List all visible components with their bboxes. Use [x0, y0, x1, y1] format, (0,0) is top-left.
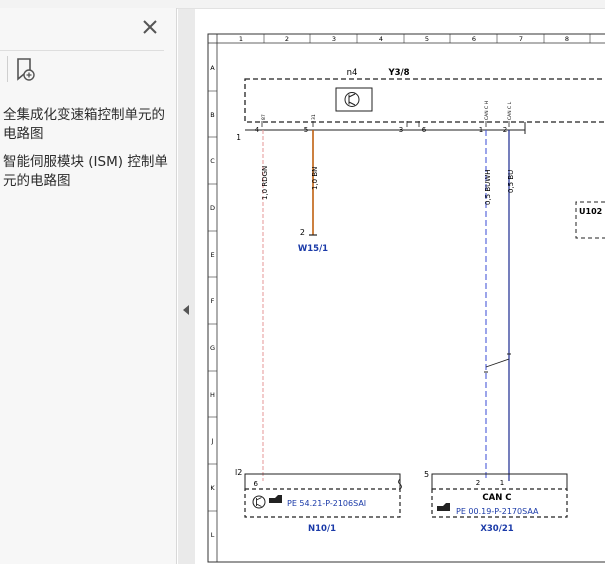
row-letter: J: [211, 437, 214, 445]
ground-code: W15/1: [298, 244, 328, 254]
connector-pin: 3: [399, 126, 403, 134]
row-letter: A: [210, 64, 215, 72]
diagram-frame: [207, 33, 605, 563]
transistor-icon: [252, 495, 266, 509]
wire-rdgn: 1,0 RDGN: [261, 130, 269, 481]
bookmark-icon: [17, 58, 35, 81]
transistor-icon: [344, 92, 360, 107]
column-number: 5: [425, 35, 429, 43]
bookmark-item-ism-circuit[interactable]: 智能伺服模块 (ISM) 控制单元的电路图: [3, 153, 173, 191]
bookmarks-panel: 全集成化变速箱控制单元的电路图 智能伺服模块 (ISM) 控制单元的电路图: [0, 8, 177, 564]
row-letter: H: [210, 391, 215, 399]
module-code: Y3/8: [387, 68, 409, 78]
column-number: 4: [379, 35, 383, 43]
add-bookmark-button[interactable]: [14, 57, 38, 83]
top-module-n4: n4 Y3/8 1 4 5 3 6 1 2 87 31 CAN C H CAN …: [236, 68, 605, 142]
pin-tiny-label: CAN C H: [484, 101, 490, 120]
panel-divider: [0, 50, 164, 51]
document-page: 1 2 3 4 5 6 7 8 A B C D E F G H J K L n4…: [195, 9, 605, 564]
column-number: 3: [332, 35, 336, 43]
row-letter: D: [210, 204, 215, 212]
module-x30-21: 5 2 1 CAN C PE 00.19-P-2170SAA X30/21: [424, 470, 568, 534]
connector-pin: 1: [479, 126, 483, 134]
wire-label: 0,5 BU: [507, 170, 515, 193]
row-letter: E: [210, 251, 214, 259]
wire-bn: 1,0 BN 2 W15/1: [298, 130, 328, 254]
pin-tiny-label: 87: [261, 114, 267, 120]
connector-pin: 1: [500, 479, 504, 487]
wire-label: 0,5 BUWH: [484, 170, 492, 205]
connector-pin: 6: [422, 126, 427, 134]
bookmark-item-tcu-circuit[interactable]: 全集成化变速箱控制单元的电路图: [3, 106, 173, 144]
row-letter: F: [211, 297, 215, 305]
connector-pin: 6: [254, 480, 259, 488]
row-letter: K: [210, 484, 215, 492]
module-title: CAN C: [482, 493, 511, 503]
module-code: U102: [579, 207, 602, 216]
module-label: l2: [235, 468, 242, 477]
close-panel-button[interactable]: [139, 16, 161, 38]
reference-link[interactable]: PE 00.19-P-2170SAA: [456, 507, 539, 516]
row-letter: B: [210, 111, 214, 119]
module-label: 5: [424, 470, 429, 479]
wire-label: 1,0 RDGN: [261, 166, 269, 200]
wiring-diagram: 1 2 3 4 5 6 7 8 A B C D E F G H J K L n4…: [207, 33, 605, 563]
connector-pin: 4: [255, 126, 260, 134]
wire-label: 1,0 BN: [311, 167, 319, 190]
column-number: 7: [519, 35, 523, 43]
close-icon: [143, 20, 157, 34]
wire-buwh: 0,5 BUWH: [484, 130, 492, 481]
module-u102: U102: [575, 201, 605, 239]
column-number: 2: [285, 35, 289, 43]
collapse-panel-handle[interactable]: [178, 300, 195, 320]
caret-left-icon: [183, 305, 189, 315]
hand-pointer-icon[interactable]: [437, 503, 450, 511]
connector-pin: 2: [476, 479, 480, 487]
corner-pin: 1: [236, 133, 241, 142]
module-label: n4: [347, 68, 358, 78]
column-number: 1: [239, 35, 243, 43]
row-letter: G: [210, 344, 215, 352]
row-letter: C: [210, 157, 215, 165]
toolbar-separator: [7, 56, 8, 82]
connector-pin: 5: [304, 126, 308, 134]
module-code: N10/1: [308, 524, 336, 534]
row-letter: L: [211, 531, 215, 539]
module-code: X30/21: [480, 524, 513, 534]
row-ruler: A B C D E F G H J K L: [208, 64, 217, 539]
pin-tiny-label: CAN C L: [507, 101, 513, 120]
ground-pin: 2: [300, 228, 305, 237]
column-number: 6: [472, 35, 476, 43]
module-n10-1: l2 6 PE 54.21-P-2106SAI N10/1: [235, 468, 402, 534]
column-ruler: 1 2 3 4 5 6 7 8: [239, 34, 591, 43]
reference-link[interactable]: PE 54.21-P-2106SAI: [287, 499, 366, 508]
pin-tiny-label: 31: [311, 114, 317, 120]
column-number: 8: [565, 35, 569, 43]
connector-pin: 2: [503, 126, 507, 134]
hand-pointer-icon[interactable]: [269, 495, 282, 503]
